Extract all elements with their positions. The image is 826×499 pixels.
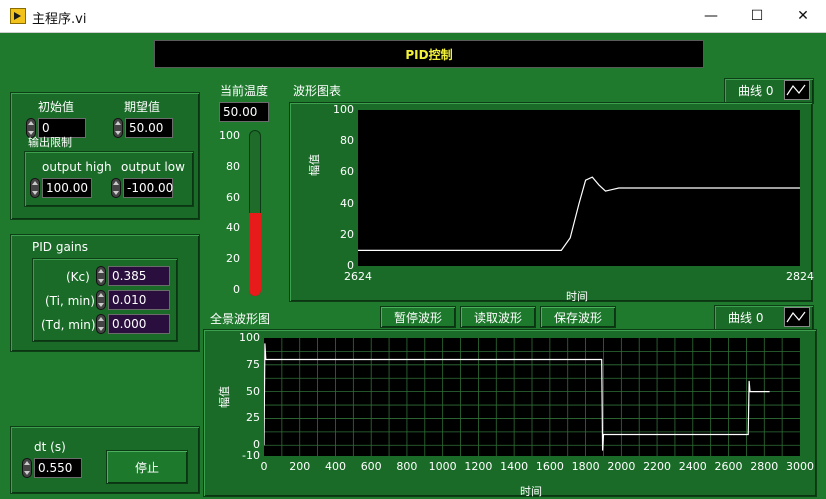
close-button[interactable]: ✕ <box>780 0 826 32</box>
x-tick-label: 2600 <box>714 460 743 473</box>
window-title: 主程序.vi <box>32 12 87 27</box>
chart1-ylabel: 幅值 <box>308 154 321 176</box>
thermometer-tick-label: 60 <box>226 190 240 204</box>
output-limit-label: 输出限制 <box>28 136 72 149</box>
x-tick-label: 2400 <box>678 460 707 473</box>
pid-gains-title: PID gains <box>32 240 88 254</box>
expected-value-label: 期望值 <box>124 100 161 114</box>
x-tick-label: 1600 <box>535 460 564 473</box>
x-tick-label: 1800 <box>571 460 600 473</box>
y-tick-label: 20 <box>340 227 354 241</box>
x-tick-label: 1200 <box>464 460 493 473</box>
thermometer-level <box>249 213 261 296</box>
y-tick-label: 100 <box>333 103 354 116</box>
x-tick-label: 3000 <box>786 460 814 473</box>
x-tick-label: 200 <box>289 460 311 473</box>
thermometer-tick-label: 0 <box>233 283 240 296</box>
thermometer-tick-label: 40 <box>226 221 240 235</box>
initial-value-label: 初始值 <box>38 100 75 114</box>
output-high-field[interactable]: 100.00 <box>42 178 92 198</box>
y-tick-label: 50 <box>246 384 260 398</box>
labview-vi-icon <box>10 8 26 24</box>
series-line <box>358 176 800 251</box>
chart2-legend-line-icon[interactable] <box>784 307 810 327</box>
chart2-title: 全景波形图 <box>210 312 271 326</box>
chart2-plot-area[interactable] <box>264 338 800 456</box>
y-tick-label: 75 <box>246 357 260 371</box>
chart1-legend-label: 曲线 0 <box>738 84 774 98</box>
expected-value-stepper[interactable] <box>113 118 123 138</box>
y-tick-label: 100 <box>239 331 260 344</box>
stop-button[interactable]: 停止 <box>106 450 188 484</box>
kc-label: (Kc) <box>66 270 90 284</box>
output-low-label: output low <box>121 160 185 174</box>
dt-field[interactable]: 0.550 <box>34 458 82 478</box>
kc-field[interactable]: 0.385 <box>108 266 170 286</box>
td-stepper[interactable] <box>96 314 106 334</box>
x-tick-label: 0 <box>260 460 268 473</box>
x-tick-label: 2824 <box>786 270 814 283</box>
ti-field[interactable]: 0.010 <box>108 290 170 310</box>
temperature-readout: 50.00 <box>219 102 269 122</box>
dt-stepper[interactable] <box>22 458 32 478</box>
expected-value-field[interactable]: 50.00 <box>125 118 173 138</box>
y-tick-label: 80 <box>340 134 354 148</box>
td-field[interactable]: 0.000 <box>108 314 170 334</box>
td-label: (Td, min) <box>41 318 96 332</box>
thermometer-tube <box>249 130 261 296</box>
output-low-stepper[interactable] <box>111 178 121 198</box>
x-tick-label: 2000 <box>607 460 636 473</box>
x-tick-label: 1000 <box>428 460 457 473</box>
kc-stepper[interactable] <box>96 266 106 286</box>
output-high-stepper[interactable] <box>30 178 40 198</box>
x-tick-label: 1400 <box>500 460 529 473</box>
series-line <box>264 343 770 451</box>
x-tick-label: 800 <box>396 460 418 473</box>
y-tick-label: 40 <box>340 196 354 210</box>
chart1-legend-line-icon[interactable] <box>784 80 810 100</box>
temperature-label: 当前温度 <box>220 84 269 98</box>
x-tick-label: 2800 <box>750 460 779 473</box>
y-tick-label: 25 <box>246 411 260 425</box>
output-low-field[interactable]: -100.00 <box>123 178 173 198</box>
ti-stepper[interactable] <box>96 290 106 310</box>
page-title: PID控制 <box>154 40 704 68</box>
window-titlebar: 主程序.vi — ☐ ✕ <box>0 0 826 33</box>
chart1-title: 波形图表 <box>293 84 342 98</box>
x-tick-label: 400 <box>324 460 346 473</box>
chart2-legend-label: 曲线 0 <box>728 311 764 325</box>
maximize-button[interactable]: ☐ <box>734 0 780 32</box>
chart1-xlabel: 时间 <box>566 290 588 303</box>
x-tick-label: 2624 <box>344 270 372 283</box>
read-waveform-button[interactable]: 读取波形 <box>460 306 536 328</box>
ti-label: (Ti, min) <box>45 294 95 308</box>
chart2-xlabel: 时间 <box>520 485 542 498</box>
x-tick-label: 2200 <box>643 460 672 473</box>
y-tick-label: 60 <box>340 165 354 179</box>
output-high-label: output high <box>42 160 112 174</box>
chart1-plot-area[interactable] <box>358 110 800 266</box>
thermometer-tick-label: 80 <box>226 159 240 173</box>
dt-label: dt (s) <box>34 440 66 454</box>
x-tick-label: 600 <box>360 460 382 473</box>
thermometer-tick-label: 100 <box>219 129 240 142</box>
pause-waveform-button[interactable]: 暂停波形 <box>380 306 456 328</box>
thermometer-tick-label: 20 <box>226 252 240 266</box>
minimize-button[interactable]: — <box>688 0 734 32</box>
save-waveform-button[interactable]: 保存波形 <box>540 306 616 328</box>
